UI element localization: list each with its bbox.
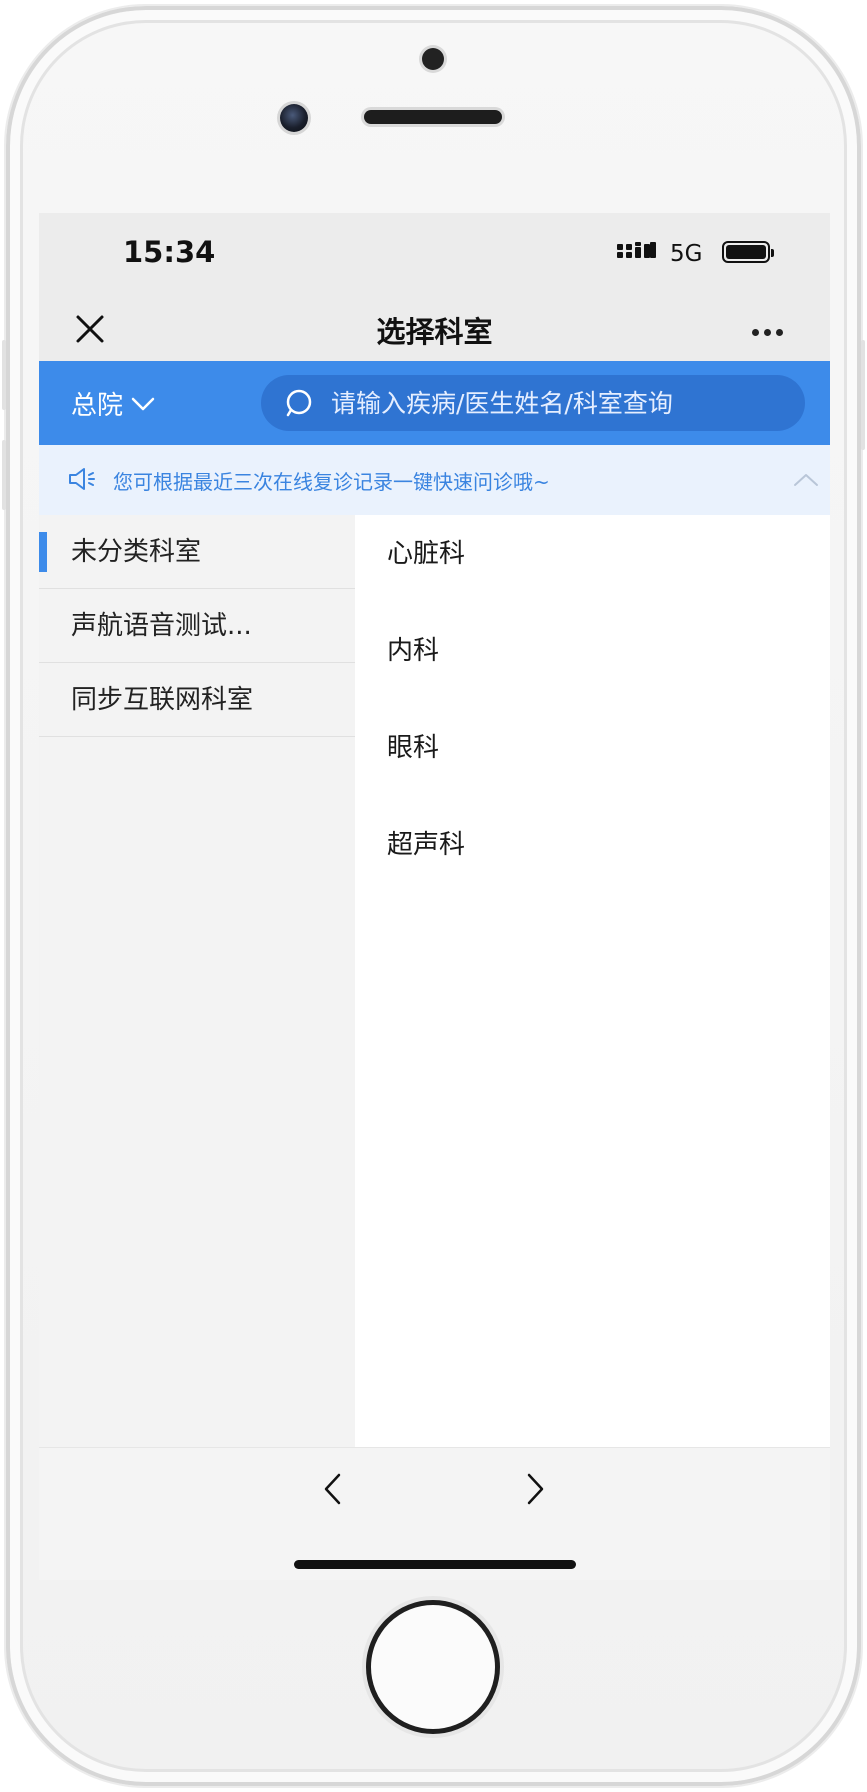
search-icon — [286, 389, 312, 417]
page-title: 选择科室 — [376, 315, 493, 349]
browser-bottom-bar — [39, 1447, 830, 1580]
earpiece-speaker — [364, 110, 502, 124]
list-item[interactable]: 心脏科 — [387, 533, 465, 570]
back-icon[interactable] — [321, 1472, 345, 1506]
forward-icon[interactable] — [523, 1472, 547, 1506]
signal-icon — [617, 242, 656, 258]
chevron-down-icon — [131, 397, 155, 410]
search-box[interactable] — [261, 375, 805, 431]
list-item[interactable]: 眼科 — [387, 727, 439, 764]
notice-text: 您可根据最近三次在线复诊记录一键快速问诊哦~ — [113, 470, 550, 494]
side-button — [861, 340, 865, 450]
nav-bar: 选择科室 — [39, 293, 830, 361]
notice-banner[interactable]: 您可根据最近三次在线复诊记录一键快速问诊哦~ — [39, 445, 830, 515]
search-input[interactable] — [331, 388, 771, 418]
department-category-sidebar: 未分类科室 声航语音测试... 同步互联网科室 — [39, 515, 355, 1447]
screen: 15:34 5G 选择科室 总院 请输入疾病/医生姓名/科室查询 您可根据最近三… — [39, 213, 830, 1580]
side-button — [2, 440, 6, 510]
sidebar-item-unclassified[interactable]: 未分类科室 — [39, 515, 355, 589]
list-item[interactable]: 内科 — [387, 630, 439, 667]
home-button[interactable] — [366, 1600, 500, 1734]
home-indicator — [294, 1560, 576, 1569]
speaker-icon — [69, 468, 95, 490]
network-label: 5G — [670, 241, 703, 267]
chevron-up-icon[interactable] — [793, 473, 819, 487]
sidebar-item-voice-test[interactable]: 声航语音测试... — [39, 589, 355, 663]
camera-sensor — [422, 48, 444, 70]
hospital-dropdown[interactable]: 总院 — [71, 385, 155, 422]
hospital-label: 总院 — [71, 391, 124, 421]
more-icon[interactable] — [752, 321, 792, 336]
sidebar-item-internet-dept[interactable]: 同步互联网科室 — [39, 663, 355, 737]
battery-icon — [722, 241, 774, 263]
status-bar: 15:34 5G — [39, 213, 830, 293]
front-camera — [280, 104, 308, 132]
list-item[interactable]: 超声科 — [387, 824, 465, 861]
department-list: 心脏科 内科 眼科 超声科 — [355, 515, 830, 1447]
side-button — [2, 340, 6, 410]
search-header: 总院 — [39, 361, 830, 445]
status-time: 15:34 — [123, 235, 216, 269]
